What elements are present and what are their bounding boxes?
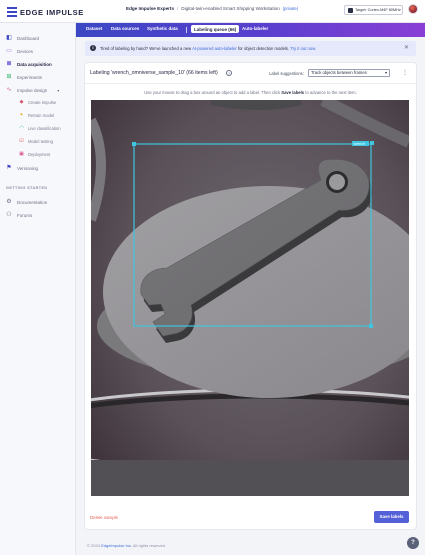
chevron-down-icon: ▾ bbox=[384, 70, 387, 75]
sidebar-item-forums[interactable]: ⚇ Forums bbox=[6, 212, 32, 218]
sidebar-item-dashboard[interactable]: ◧ Dashboard bbox=[6, 35, 39, 41]
visibility-badge: (private) bbox=[282, 6, 299, 11]
sidebar-item-impulse-design[interactable]: ∿ Impulse design ▾ bbox=[6, 87, 59, 93]
breadcrumb-separator: / bbox=[177, 6, 179, 11]
labeling-instructions: Use your mouse to drag a box around an o… bbox=[85, 90, 416, 95]
breadcrumb-owner[interactable]: Edge Impulse Experts bbox=[126, 6, 174, 11]
sidebar-item-devices[interactable]: ▭ Devices bbox=[6, 48, 33, 54]
sidebar-item-label: Forums bbox=[17, 212, 33, 218]
sidebar-item-label: Experiments bbox=[17, 74, 43, 80]
divider bbox=[85, 83, 416, 84]
model-testing-icon: ☑ bbox=[19, 138, 24, 144]
help-circle-icon[interactable]: ? bbox=[226, 70, 232, 76]
tab-synthetic-data[interactable]: Synthetic data bbox=[147, 26, 178, 31]
database-icon: ≣ bbox=[6, 61, 12, 67]
save-labels-button[interactable]: Save labels bbox=[374, 511, 409, 523]
brand-name: EDGE IMPULSE bbox=[20, 7, 84, 17]
breadcrumb-project[interactable]: Digital-twin-enabled Smart Shipping Work… bbox=[181, 6, 279, 11]
sidebar-item-retrain-model[interactable]: ✦ Retrain model bbox=[19, 112, 55, 119]
delete-sample-link[interactable]: Delete sample bbox=[90, 515, 118, 520]
bbox-label-text: wrench bbox=[354, 142, 366, 146]
logo-mark-icon bbox=[7, 7, 17, 17]
banner-text: Tired of labeling by hand? We've launche… bbox=[100, 46, 192, 51]
sidebar-item-label: Retrain model bbox=[28, 113, 55, 118]
sidebar-item-label: Live classification bbox=[28, 126, 61, 131]
sidebar-item-label: Create impulse bbox=[28, 100, 57, 105]
target-device-button[interactable]: Target: Cortex-M4F 80MHz bbox=[344, 5, 403, 15]
sidebar-item-model-testing[interactable]: ☑ Model testing bbox=[19, 138, 53, 145]
sidebar-item-label: Dashboard bbox=[17, 35, 40, 41]
edge-impulse-logo[interactable]: EDGE IMPULSE bbox=[7, 7, 84, 17]
sidebar-item-label: Devices bbox=[17, 48, 34, 54]
bbox-handle-top-left[interactable] bbox=[132, 142, 136, 146]
chevron-down-icon[interactable]: ▾ bbox=[57, 88, 59, 93]
sidebar-item-documentation[interactable]: ⚙ Documentation bbox=[6, 199, 47, 205]
sidebar-item-deployment[interactable]: ▣ Deployment bbox=[19, 151, 51, 158]
footer: © 2024 EdgeImpulse Inc. All rights reser… bbox=[87, 543, 165, 548]
sidebar-item-label: Deployment bbox=[28, 152, 51, 157]
help-chat-button[interactable]: ? bbox=[407, 537, 419, 549]
sidebar-item-label: Model testing bbox=[28, 139, 53, 144]
labeling-title: Labeling 'wrench_omniverse_sample_10' (6… bbox=[90, 70, 218, 76]
chip-icon bbox=[348, 7, 353, 13]
instructions-text-2: to advance to the next item. bbox=[305, 90, 357, 95]
sidebar-item-create-impulse[interactable]: ◆ Create impulse bbox=[19, 99, 57, 106]
sidebar-item-label: Impulse design bbox=[17, 87, 48, 93]
instructions-bold: Save labels bbox=[281, 90, 305, 95]
instructions-text: Use your mouse to drag a box around an o… bbox=[144, 90, 281, 95]
label-suggestions-value: Track objects between frames bbox=[311, 70, 367, 75]
footer-company-link[interactable]: EdgeImpulse Inc. bbox=[101, 543, 132, 548]
tab-data-sources[interactable]: Data sources bbox=[111, 26, 139, 31]
bbox-delete-icon[interactable] bbox=[370, 141, 374, 145]
versioning-icon: ⚑ bbox=[6, 165, 12, 171]
tab-dataset[interactable]: Dataset bbox=[86, 26, 102, 31]
banner-message: Tired of labeling by hand? We've launche… bbox=[100, 46, 316, 51]
live-classification-icon: ◠ bbox=[19, 125, 24, 131]
dashboard-icon: ◧ bbox=[6, 35, 12, 41]
sidebar-item-live-classification[interactable]: ◠ Live classification bbox=[19, 125, 61, 132]
try-it-link[interactable]: Try it out now. bbox=[290, 46, 316, 51]
sidebar-item-label: Documentation bbox=[17, 199, 48, 205]
retrain-icon: ✦ bbox=[19, 112, 24, 118]
sidebar-item-label: Data acquisition bbox=[17, 61, 52, 67]
info-icon: i bbox=[90, 45, 96, 51]
auto-labeler-link[interactable]: AI-powered auto-labeler bbox=[192, 46, 237, 51]
footer-copyright: © 2024 bbox=[87, 543, 100, 548]
more-options-icon[interactable]: ⋮ bbox=[402, 69, 408, 76]
tab-divider bbox=[186, 27, 187, 33]
footer-rights: All rights reserved bbox=[132, 543, 165, 548]
sample-image: wrench bbox=[91, 100, 409, 496]
labeling-card: Labeling 'wrench_omniverse_sample_10' (6… bbox=[85, 63, 416, 529]
breadcrumb: Edge Impulse Experts / Digital-twin-enab… bbox=[126, 6, 298, 11]
sidebar-item-data-acquisition[interactable]: ≣ Data acquisition bbox=[6, 61, 52, 67]
sidebar-item-experiments[interactable]: ⊞ Experiments bbox=[6, 74, 42, 80]
bbox-handle-bottom-right[interactable] bbox=[369, 324, 373, 328]
auto-labeler-banner: i Tired of labeling by hand? We've launc… bbox=[85, 41, 416, 56]
label-suggestions-select[interactable]: Track objects between frames ▾ bbox=[308, 69, 390, 77]
user-avatar[interactable] bbox=[408, 4, 418, 14]
devices-icon: ▭ bbox=[6, 48, 12, 54]
data-acquisition-tabs: Dataset Data sources Synthetic data Labe… bbox=[76, 23, 425, 37]
label-suggestions-label: Label suggestions: bbox=[269, 71, 304, 76]
close-icon[interactable]: ✕ bbox=[404, 44, 409, 51]
top-bar: EDGE IMPULSE Edge Impulse Experts / Digi… bbox=[0, 0, 425, 23]
sidebar-item-versioning[interactable]: ⚑ Versioning bbox=[6, 165, 38, 171]
sidebar-item-label: Versioning bbox=[17, 165, 39, 171]
impulse-icon: ∿ bbox=[6, 87, 12, 93]
tab-auto-labeler[interactable]: Auto-labeler bbox=[242, 26, 268, 31]
create-impulse-icon: ◆ bbox=[19, 99, 24, 105]
labeling-canvas[interactable]: wrench bbox=[91, 100, 409, 496]
deployment-icon: ▣ bbox=[19, 151, 24, 157]
experiments-icon: ⊞ bbox=[6, 74, 12, 80]
documentation-icon: ⚙ bbox=[6, 199, 12, 205]
target-device-label: Target: Cortex-M4F 80MHz bbox=[355, 8, 401, 12]
sidebar-section-title: GETTING STARTED bbox=[6, 186, 48, 190]
tab-labeling-queue[interactable]: Labeling queue (66) bbox=[191, 25, 240, 33]
banner-text-2: for object detection models. bbox=[237, 46, 290, 51]
sidebar: ◧ Dashboard ▭ Devices ≣ Data acquisition… bbox=[0, 23, 76, 555]
forums-icon: ⚇ bbox=[6, 212, 12, 218]
